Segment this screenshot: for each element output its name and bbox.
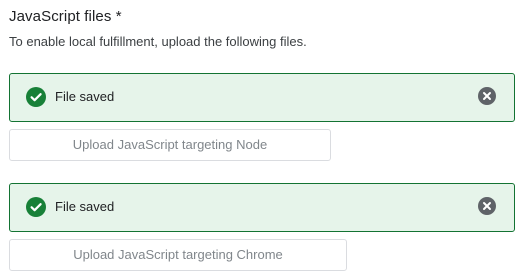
upload-node-button[interactable]: Upload JavaScript targeting Node <box>9 129 331 161</box>
status-text: File saved <box>55 89 115 104</box>
upload-chrome-button[interactable]: Upload JavaScript targeting Chrome <box>9 239 347 271</box>
upload-status-chrome: File saved <box>9 183 515 232</box>
upload-status-node: File saved <box>9 73 515 122</box>
cancel-icon[interactable] <box>478 197 496 215</box>
javascript-files-section: JavaScript files * To enable local fulfi… <box>0 0 525 278</box>
cancel-icon[interactable] <box>478 87 496 105</box>
check-circle-icon <box>26 197 46 217</box>
section-title: JavaScript files * <box>9 8 122 25</box>
status-text: File saved <box>55 199 115 214</box>
section-description: To enable local fulfillment, upload the … <box>9 34 307 49</box>
check-circle-icon <box>26 87 46 107</box>
